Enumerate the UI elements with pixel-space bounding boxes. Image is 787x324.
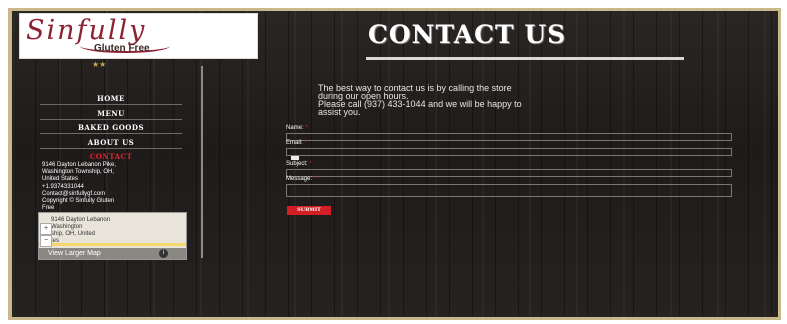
nav-divider — [40, 148, 182, 149]
copyright-line: Copyright © Sinfully Gluten — [42, 198, 115, 204]
subject-field[interactable] — [286, 169, 732, 177]
address-line: 9146 Dayton Lebanon Pike, — [42, 162, 117, 168]
nav-divider — [40, 119, 182, 120]
copyright-line: Free — [42, 205, 55, 211]
logo[interactable]: Sinfully Gluten Free — [19, 13, 258, 59]
message-label: Message: * — [286, 176, 316, 182]
contact-intro: The best way to contact us is by calling… — [318, 84, 698, 117]
captcha-box[interactable] — [291, 156, 299, 160]
submit-button[interactable]: SUBMIT — [287, 206, 331, 215]
map-address: 9146 Dayton Lebanon Washington ship, OH,… — [51, 217, 110, 245]
store-phone: +1.9374331044 — [42, 184, 84, 190]
email-field[interactable] — [286, 148, 732, 156]
email-label-text: Email: — [286, 140, 303, 146]
view-larger-map-link[interactable]: View Larger Map — [48, 250, 101, 257]
nav-divider — [40, 104, 182, 105]
address-line: United States — [42, 176, 79, 182]
map-address-line: 9146 Dayton Lebanon — [51, 217, 111, 223]
store-address: 9146 Dayton Lebanon Pike, Washington Tow… — [42, 162, 116, 183]
intro-line: assist you. — [318, 107, 361, 117]
nav-item-home[interactable]: HOME — [40, 94, 182, 103]
required-mark: * — [305, 125, 308, 131]
message-label-text: Message: — [286, 176, 313, 182]
map-address-line: ship, OH, United — [51, 231, 96, 237]
page-title: CONTACT US — [368, 20, 567, 49]
nav-item-baked-goods[interactable]: BAKED GOODS — [40, 123, 182, 132]
name-label-text: Name: — [286, 125, 304, 131]
nav-item-contact[interactable]: CONTACT — [40, 152, 182, 161]
nav-divider — [40, 133, 182, 134]
required-mark: * — [313, 176, 317, 182]
nav-item-about-us[interactable]: ABOUT US — [40, 138, 182, 147]
message-field[interactable] — [286, 184, 732, 197]
name-label: Name: * — [286, 125, 308, 131]
intro-line: Please call (937) 433-1044 and we will b… — [318, 99, 522, 109]
address-line: Washington Township, OH, — [42, 169, 115, 175]
zoom-in-button[interactable]: + — [40, 223, 52, 235]
required-mark: * — [304, 140, 307, 146]
info-icon[interactable]: i — [159, 249, 168, 258]
logo-subtitle: Gluten Free — [94, 43, 150, 54]
embedded-map[interactable]: 9146 Dayton Lebanon Washington ship, OH,… — [38, 212, 187, 260]
email-label: Email: * — [286, 140, 307, 146]
zoom-out-button[interactable]: − — [40, 235, 52, 247]
title-underline — [366, 57, 684, 60]
required-mark: * — [309, 161, 312, 167]
store-contact: +1.9374331044 Contact@sinfullygf.com Cop… — [42, 184, 114, 212]
name-field[interactable] — [286, 133, 732, 141]
store-email[interactable]: Contact@sinfullygf.com — [42, 191, 114, 198]
subject-label-text: Subject: — [286, 161, 308, 167]
nav-item-menu[interactable]: MENU — [40, 109, 182, 118]
map-address-line: tes — [51, 238, 60, 244]
subject-label: Subject: * — [286, 161, 312, 167]
stars-decoration: ★★ — [92, 60, 107, 69]
map-address-line: Washington — [51, 224, 83, 230]
sidebar-divider — [201, 66, 203, 258]
